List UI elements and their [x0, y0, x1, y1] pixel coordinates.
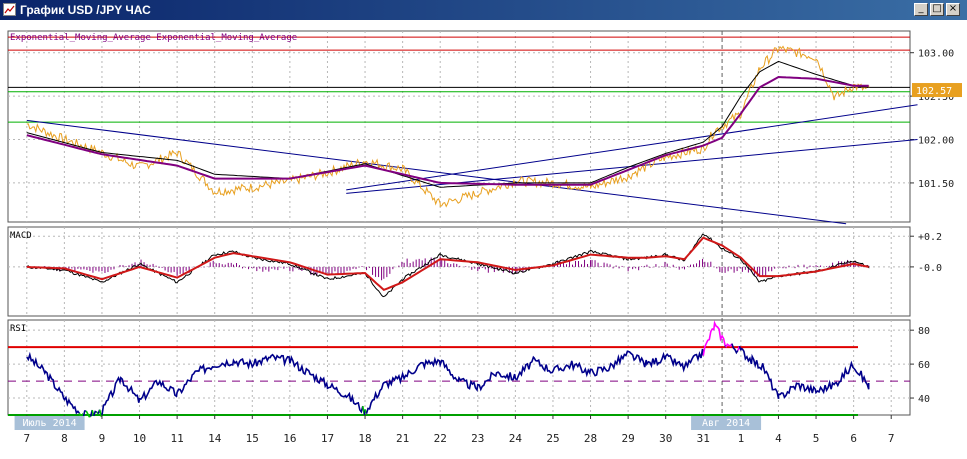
- x-tick-label: 17: [321, 432, 334, 445]
- x-tick-label: 7: [888, 432, 895, 445]
- window-title: График USD /JPY ЧАС: [20, 3, 151, 17]
- price-panel-title: Exponential_Moving_Average Exponential_M…: [10, 33, 297, 43]
- macd-panel-title: MACD: [10, 231, 32, 241]
- month-label: Авг 2014: [702, 418, 750, 429]
- x-tick-label: 15: [246, 432, 259, 445]
- y-tick-label: -0.0: [918, 263, 942, 274]
- panel-frame-macd: [7, 226, 911, 317]
- y-tick-label: 103.00: [918, 49, 954, 60]
- x-tick-label: 30: [659, 432, 672, 445]
- x-tick-label: 25: [546, 432, 559, 445]
- x-tick-label: 23: [471, 432, 484, 445]
- x-tick-label: 28: [584, 432, 597, 445]
- month-label: Июль 2014: [22, 418, 76, 429]
- chart-area: 103.00102.50102.00101.50+0.2-0.0806040Ex…: [7, 30, 962, 445]
- panel-frame-rsi: [7, 319, 911, 416]
- minimize-button[interactable]: _: [914, 3, 928, 16]
- x-tick-label: 29: [622, 432, 635, 445]
- y-tick-label: 102.00: [918, 136, 954, 147]
- x-tick-label: 21: [396, 432, 409, 445]
- x-tick-label: 1: [738, 432, 745, 445]
- x-tick-label: 14: [208, 432, 222, 445]
- rsi-panel-title: RSI: [10, 324, 26, 334]
- maximize-button[interactable]: □: [930, 3, 944, 16]
- y-tick-label: 60: [918, 360, 930, 371]
- y-tick-label: 80: [918, 326, 930, 337]
- x-tick-label: 18: [358, 432, 371, 445]
- x-tick-label: 6: [850, 432, 857, 445]
- x-tick-label: 11: [171, 432, 184, 445]
- x-tick-label: 10: [133, 432, 146, 445]
- x-tick-label: 7: [23, 432, 30, 445]
- chart-window-icon: [3, 3, 16, 16]
- current-price-label: 102.57: [916, 86, 952, 97]
- x-tick-label: 5: [813, 432, 820, 445]
- y-tick-label: +0.2: [918, 232, 942, 243]
- y-tick-label: 40: [918, 394, 930, 405]
- title-bar: График USD /JPY ЧАС _ □ ×: [0, 0, 967, 20]
- x-tick-label: 24: [509, 432, 523, 445]
- x-tick-label: 22: [434, 432, 447, 445]
- x-tick-label: 31: [697, 432, 710, 445]
- y-tick-label: 101.50: [918, 179, 954, 190]
- x-tick-label: 16: [283, 432, 296, 445]
- close-button[interactable]: ×: [946, 3, 960, 16]
- x-tick-label: 4: [775, 432, 782, 445]
- x-tick-label: 8: [61, 432, 68, 445]
- x-tick-label: 9: [99, 432, 106, 445]
